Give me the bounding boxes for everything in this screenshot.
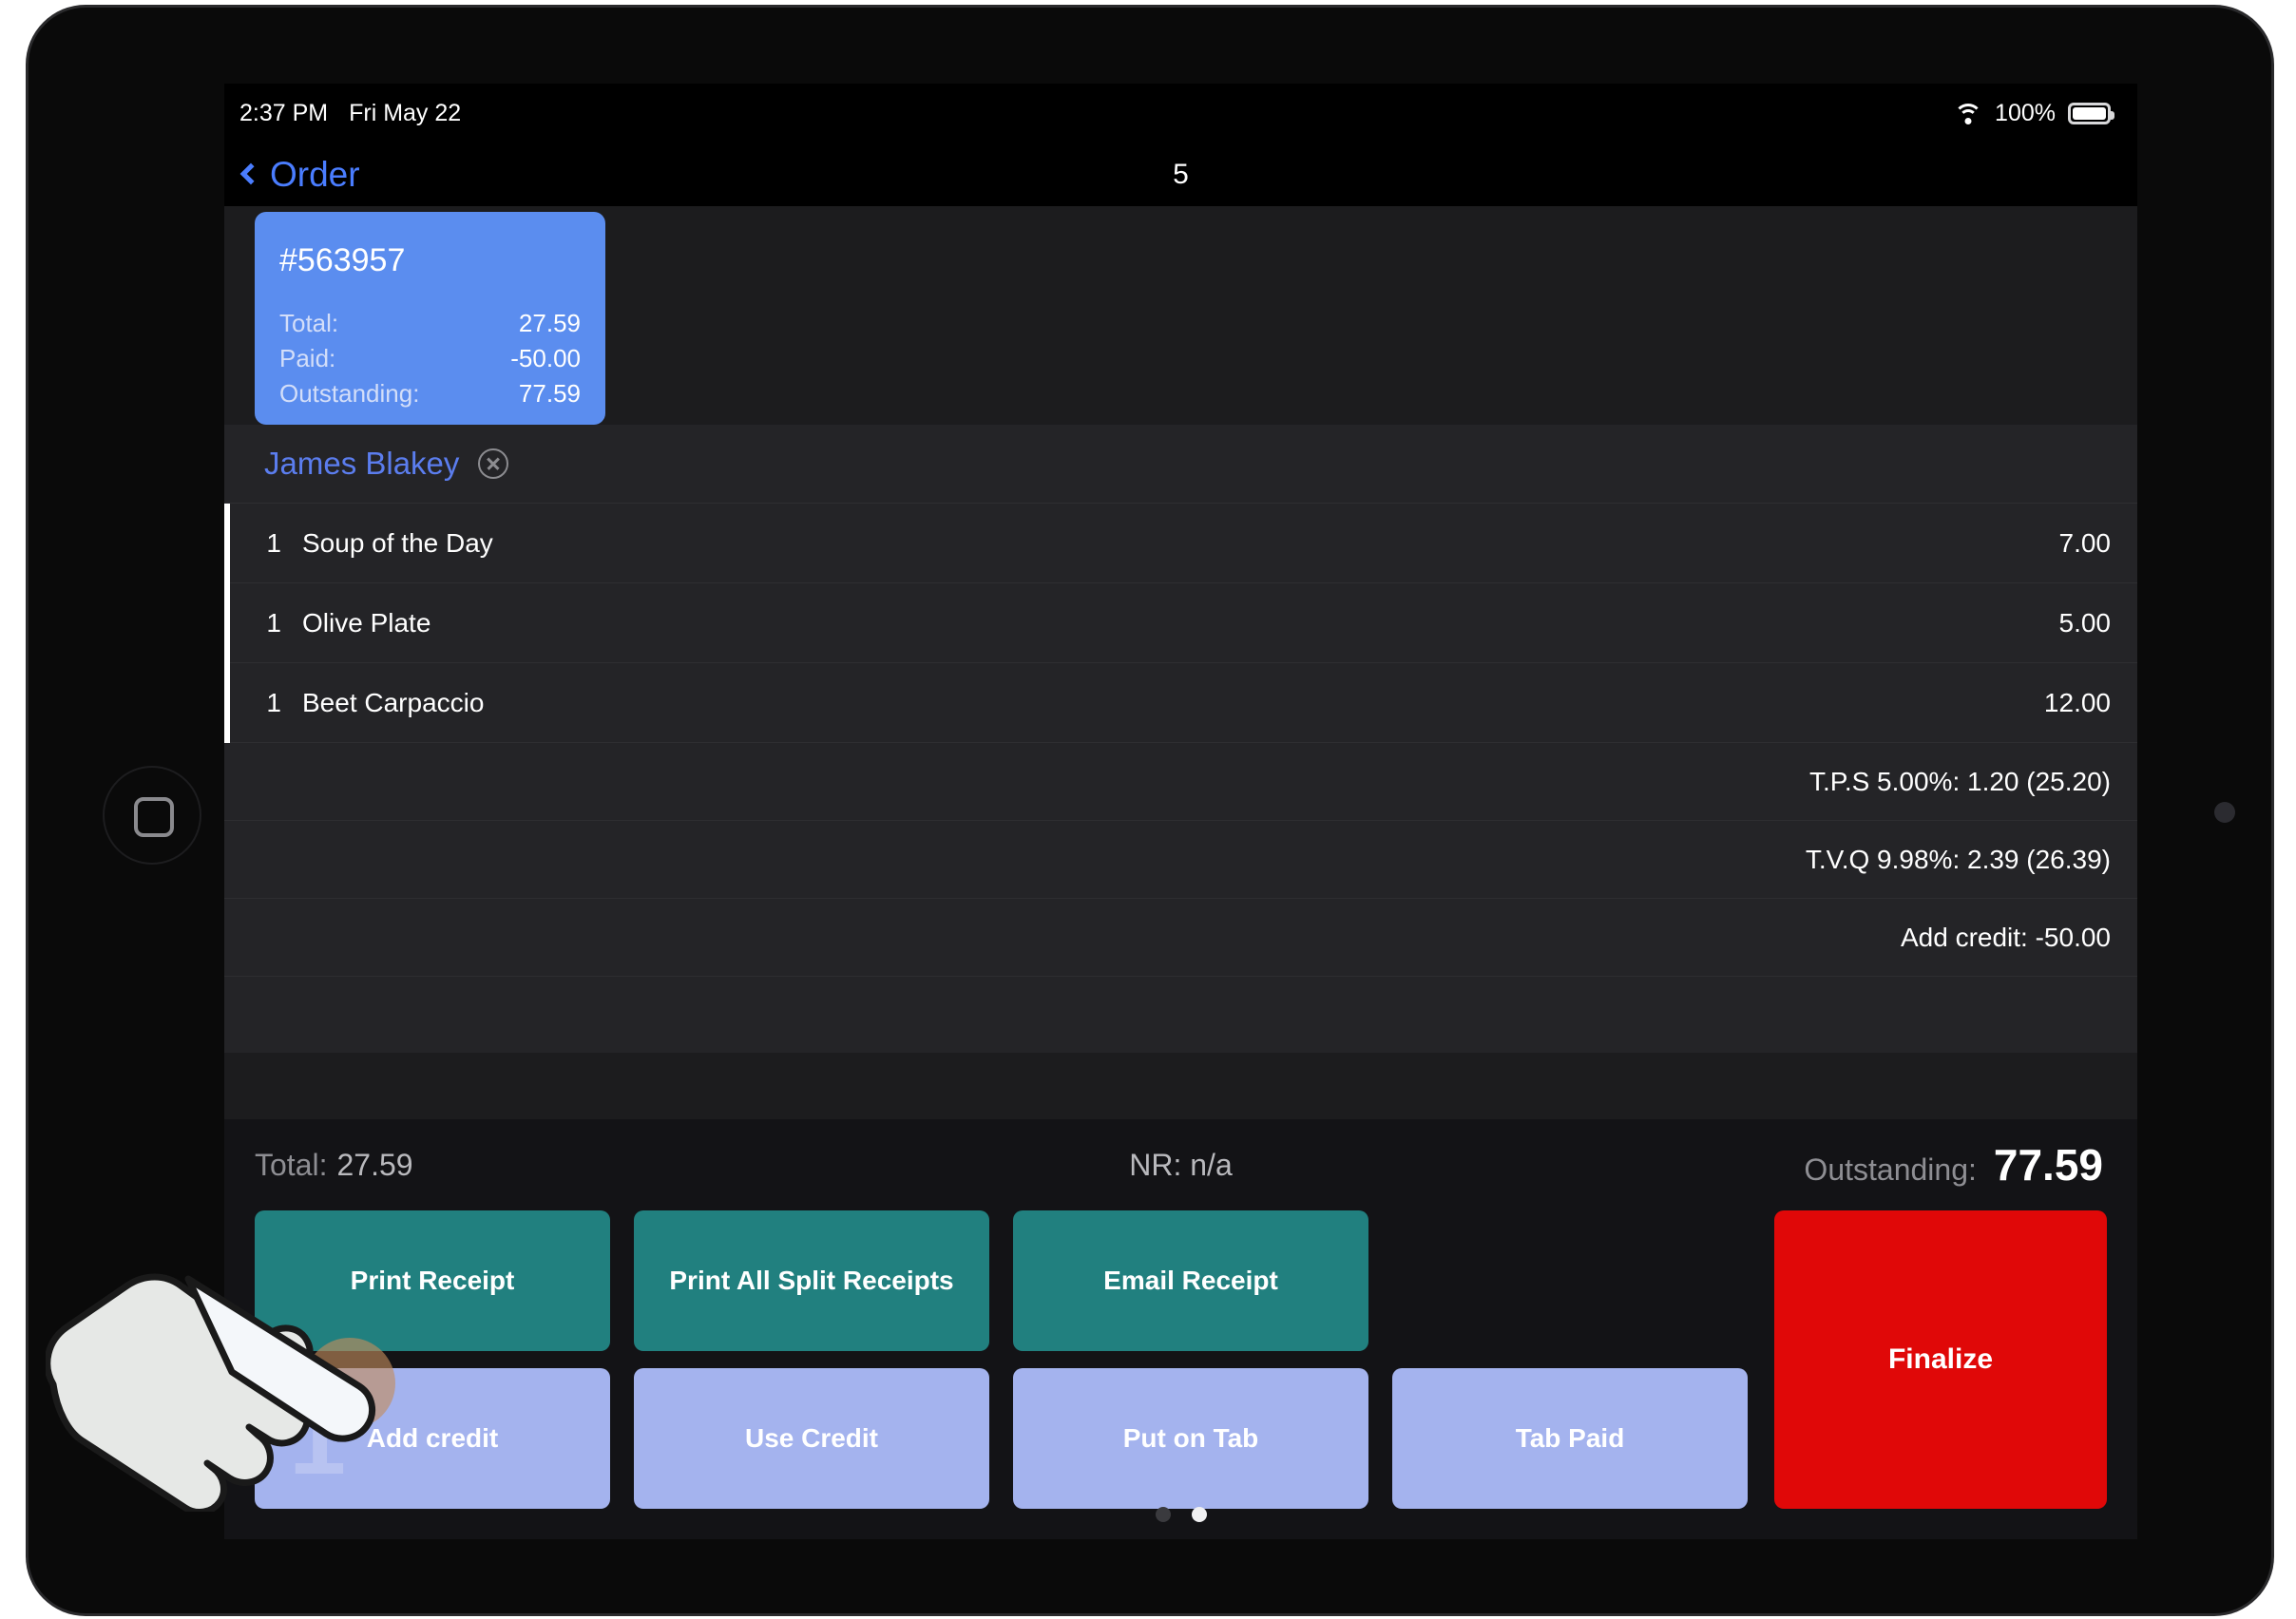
back-button-label: Order xyxy=(270,154,360,194)
front-camera-icon xyxy=(2214,802,2235,823)
battery-icon xyxy=(2068,102,2114,124)
tax-row-tps: T.P.S 5.00%: 1.20 (25.20) xyxy=(224,743,2137,821)
add-credit-row: Add credit: -50.00 xyxy=(224,899,2137,977)
put-on-tab-button[interactable]: Put on Tab xyxy=(1013,1368,1368,1509)
status-date: Fri May 22 xyxy=(349,99,462,126)
item-quantity: 1 xyxy=(266,527,281,558)
chevron-left-icon xyxy=(239,162,262,184)
print-receipt-button[interactable]: Print Receipt xyxy=(255,1210,610,1351)
order-summary-strip: #563957 Total: 27.59 Paid: -50.00 Outsta… xyxy=(224,206,2137,425)
use-credit-button[interactable]: Use Credit xyxy=(634,1368,989,1509)
order-card-line-label: Paid: xyxy=(279,343,336,372)
print-all-split-receipts-button[interactable]: Print All Split Receipts xyxy=(634,1210,989,1351)
footer-total-label: Total: xyxy=(255,1147,328,1182)
status-bar-right: 100% xyxy=(1954,99,2114,127)
tablet-device-frame: 2:37 PM Fri May 22 100% Order 5 #563957 … xyxy=(29,8,2271,1613)
order-number: #563957 xyxy=(279,242,406,278)
item-quantity: 1 xyxy=(266,607,281,638)
navigation-bar: Order 5 xyxy=(224,143,2137,206)
footer-outstanding-label: Outstanding: xyxy=(1804,1152,1977,1187)
order-detail-content: #563957 Total: 27.59 Paid: -50.00 Outsta… xyxy=(224,206,2137,1539)
item-name: Soup of the Day xyxy=(302,527,493,558)
status-bar-left: 2:37 PM Fri May 22 xyxy=(239,100,461,127)
totals-bar: Total: 27.59 NR: n/a Outstanding: 77.59 xyxy=(224,1119,2137,1210)
order-summary-card[interactable]: #563957 Total: 27.59 Paid: -50.00 Outsta… xyxy=(255,212,605,425)
status-time: 2:37 PM xyxy=(239,99,329,126)
order-card-line-label: Total: xyxy=(279,309,339,337)
order-card-line-value: 27.59 xyxy=(518,309,581,337)
back-button[interactable]: Order xyxy=(239,154,360,195)
order-card-line: Total: 27.59 xyxy=(279,306,581,341)
order-card-line: Outstanding: 77.59 xyxy=(279,376,581,411)
pagination-dots xyxy=(224,1507,2137,1522)
tab-paid-button[interactable]: Tab Paid xyxy=(1392,1368,1748,1509)
footer-total-value: 27.59 xyxy=(336,1147,413,1182)
item-price: 5.00 xyxy=(2058,607,2112,638)
battery-percent-label: 100% xyxy=(1995,99,2056,126)
order-item-row[interactable]: 1 Soup of the Day 7.00 xyxy=(224,504,2137,583)
order-card-line-label: Outstanding: xyxy=(279,378,420,408)
status-bar: 2:37 PM Fri May 22 100% xyxy=(224,84,2137,143)
footer-outstanding: Outstanding: 77.59 xyxy=(1804,1139,2103,1190)
order-footer: Total: 27.59 NR: n/a Outstanding: 77.59 P… xyxy=(224,1119,2137,1539)
page-title: 5 xyxy=(1173,158,1189,190)
order-item-row[interactable]: 1 Olive Plate 5.00 xyxy=(224,583,2137,663)
pagination-dot[interactable] xyxy=(1155,1507,1171,1522)
tablet-screen: 2:37 PM Fri May 22 100% Order 5 #563957 … xyxy=(224,84,2137,1539)
email-receipt-button[interactable]: Email Receipt xyxy=(1013,1210,1368,1351)
order-card-line: Paid: -50.00 xyxy=(279,341,581,376)
add-credit-button[interactable]: 1 Add credit xyxy=(255,1368,610,1509)
customer-name[interactable]: James Blakey xyxy=(264,446,459,482)
item-price: 12.00 xyxy=(2043,687,2111,717)
order-item-row[interactable]: 1 Beet Carpaccio 12.00 xyxy=(224,663,2137,743)
order-item-list: 1 Soup of the Day 7.00 1 Olive Plate 5.0… xyxy=(224,504,2137,1053)
home-button[interactable] xyxy=(103,766,201,865)
tax-row-tvq: T.V.Q 9.98%: 2.39 (26.39) xyxy=(224,821,2137,899)
order-card-line-value: 77.59 xyxy=(518,378,581,408)
customer-row[interactable]: James Blakey xyxy=(224,425,2137,504)
item-name: Beet Carpaccio xyxy=(302,687,485,717)
footer-total: Total: 27.59 xyxy=(255,1148,413,1183)
pagination-dot-active[interactable] xyxy=(1191,1507,1207,1522)
order-card-line-value: -50.00 xyxy=(510,343,581,372)
item-price: 7.00 xyxy=(2058,527,2112,558)
add-credit-ghost-number: 1 xyxy=(289,1381,347,1495)
item-quantity: 1 xyxy=(266,687,281,717)
list-filler xyxy=(224,977,2137,1053)
remove-customer-icon[interactable] xyxy=(478,448,509,479)
finalize-button[interactable]: Finalize xyxy=(1774,1210,2107,1509)
footer-outstanding-value: 77.59 xyxy=(1993,1140,2103,1190)
item-name: Olive Plate xyxy=(302,607,431,638)
home-square-icon xyxy=(134,797,174,837)
add-credit-button-label: Add credit xyxy=(366,1423,499,1453)
wifi-icon xyxy=(1954,103,1983,124)
